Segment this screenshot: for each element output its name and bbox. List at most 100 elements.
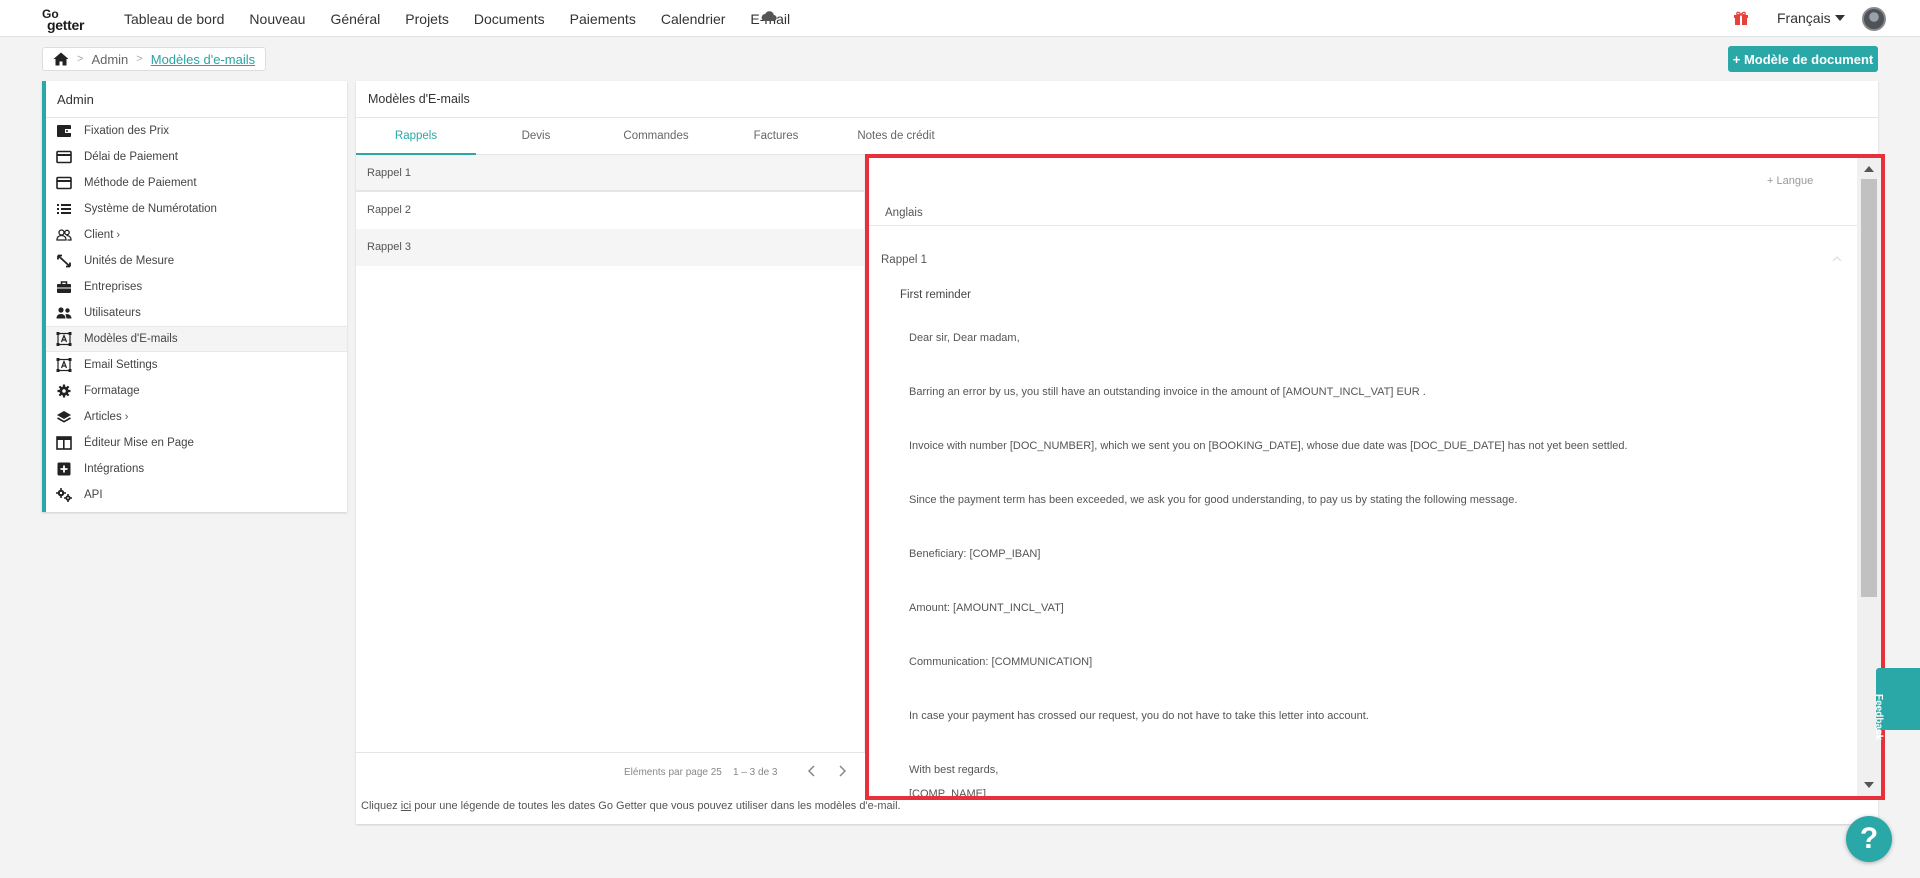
sidebar-item-label: Client	[84, 229, 114, 241]
sidebar-item-payment-term[interactable]: Délai de Paiement	[46, 144, 347, 170]
legend-suffix: pour une légende de toutes les dates Go …	[411, 800, 901, 812]
sidebar-item-label: Délai de Paiement	[84, 151, 178, 163]
sidebar-item-layout-editor[interactable]: Éditeur Mise en Page	[46, 430, 347, 456]
plus-box-icon	[57, 462, 71, 476]
gear-icon	[57, 384, 71, 398]
user-avatar[interactable]	[1862, 7, 1886, 31]
reminder-section-header[interactable]: Rappel 1	[881, 254, 927, 266]
sidebar-item-pricing[interactable]: Fixation des Prix	[46, 118, 347, 144]
sidebar-item-numbering[interactable]: Système de Numérotation	[46, 196, 347, 222]
tab-invoices[interactable]: Factures	[716, 118, 836, 155]
language-selector[interactable]: Français	[1777, 10, 1845, 26]
list-item[interactable]: Rappel 3	[356, 229, 864, 266]
breadcrumb-email-templates[interactable]: Modèles d'e-mails	[151, 52, 255, 67]
sidebar-item-label: Email Settings	[84, 359, 158, 371]
sidebar-item-payment-method[interactable]: Méthode de Paiement	[46, 170, 347, 196]
pagination-range: 1 – 3 de 3	[733, 767, 778, 778]
sidebar-item-client[interactable]: Client ›	[46, 222, 347, 248]
tab-reminders[interactable]: Rappels	[356, 118, 476, 155]
layers-icon	[57, 411, 71, 423]
sidebar-item-units[interactable]: Unités de Mesure	[46, 248, 347, 274]
home-icon[interactable]	[53, 52, 69, 66]
template-icon	[56, 358, 72, 372]
items-per-page[interactable]: Eléments par page 25	[624, 767, 722, 778]
add-language-button[interactable]: + Langue	[1767, 175, 1813, 187]
new-document-template-button[interactable]: + Modèle de document	[1728, 46, 1878, 72]
list-item[interactable]: Rappel 1	[356, 155, 864, 192]
scroll-down-arrow-icon[interactable]	[1864, 782, 1874, 788]
sidebar-item-integrations[interactable]: Intégrations	[46, 456, 347, 482]
scrollbar-thumb[interactable]	[1861, 179, 1877, 597]
list-icon	[57, 204, 71, 214]
sidebar-item-label: Méthode de Paiement	[84, 177, 197, 189]
list-item[interactable]: Rappel 2	[356, 192, 864, 229]
nav-general[interactable]: Général	[330, 11, 380, 27]
email-body-line[interactable]: With best regards,	[909, 764, 998, 776]
gogetter-logo[interactable]: Go getter	[42, 6, 102, 32]
sidebar-item-email-settings[interactable]: Email Settings	[46, 352, 347, 378]
chevron-right-icon[interactable]	[835, 764, 849, 778]
gears-icon	[56, 488, 72, 502]
caret-down-icon	[1834, 15, 1845, 21]
scroll-up-arrow-icon[interactable]	[1864, 166, 1874, 172]
email-body-line[interactable]: Dear sir, Dear madam,	[909, 332, 1020, 344]
email-body-line[interactable]: Communication: [COMMUNICATION]	[909, 656, 1092, 668]
date-legend-note: Cliquez ici pour une légende de toutes l…	[361, 800, 901, 812]
sidebar-item-label: Unités de Mesure	[84, 255, 175, 267]
nav-payments[interactable]: Paiements	[570, 11, 636, 27]
legend-prefix: Cliquez	[361, 800, 401, 812]
nav-documents[interactable]: Documents	[474, 11, 545, 27]
email-body-line[interactable]: Beneficiary: [COMP_IBAN]	[909, 548, 1040, 560]
sidebar-item-label: Formatage	[84, 385, 140, 397]
sidebar-item-users[interactable]: Utilisateurs	[46, 300, 347, 326]
card-icon	[56, 176, 72, 190]
chevron-left-icon[interactable]	[805, 764, 819, 778]
sidebar-item-formatting[interactable]: Formatage	[46, 378, 347, 404]
users-outline-icon	[56, 229, 72, 241]
briefcase-icon	[57, 281, 71, 293]
nav-new[interactable]: Nouveau	[249, 11, 305, 27]
sidebar-item-email-templates[interactable]: Modèles d'E-mails	[46, 326, 347, 352]
sidebar-item-label: Modèles d'E-mails	[84, 333, 178, 345]
list-pagination: Eléments par page 25 1 – 3 de 3	[356, 752, 865, 793]
breadcrumb: > Admin > Modèles d'e-mails	[42, 47, 267, 71]
nav-dashboard[interactable]: Tableau de bord	[124, 11, 224, 27]
resize-icon	[57, 254, 71, 268]
sidebar-item-label: Intégrations	[84, 463, 145, 475]
breadcrumb-admin[interactable]: Admin	[91, 52, 128, 67]
language-selector-label: Français	[1777, 10, 1831, 26]
email-subject[interactable]: First reminder	[900, 289, 971, 301]
sidebar-item-label: Utilisateurs	[84, 307, 141, 319]
chevron-up-icon[interactable]	[1832, 256, 1842, 262]
sidebar-item-label: Fixation des Prix	[84, 125, 170, 137]
email-body-line[interactable]: [COMP_NAME]	[909, 788, 986, 796]
sidebar-item-api[interactable]: API	[46, 482, 347, 508]
cloud-icon[interactable]	[761, 10, 777, 22]
chevron-right-icon: ›	[124, 411, 129, 423]
card-icon	[56, 150, 72, 164]
sidebar-item-label: Entreprises	[84, 281, 143, 293]
sidebar-item-label: Système de Numérotation	[84, 203, 217, 215]
feedback-tab[interactable]: Feedback	[1873, 668, 1920, 740]
email-body-line[interactable]: Invoice with number [DOC_NUMBER], which …	[909, 440, 1628, 452]
logo-getter-text: getter	[47, 17, 85, 33]
divider	[869, 225, 1857, 226]
chevron-right-icon: ›	[116, 229, 121, 241]
sidebar-item-companies[interactable]: Entreprises	[46, 274, 347, 300]
nav-calendar[interactable]: Calendrier	[661, 11, 726, 27]
tab-orders[interactable]: Commandes	[596, 118, 716, 155]
help-button[interactable]: ?	[1846, 816, 1892, 862]
email-body-line[interactable]: Amount: [AMOUNT_INCL_VAT]	[909, 602, 1064, 614]
nav-projects[interactable]: Projets	[405, 11, 449, 27]
email-body-line[interactable]: Barring an error by us, you still have a…	[909, 386, 1426, 398]
layout-icon	[56, 436, 72, 450]
tab-credit-notes[interactable]: Notes de crédit	[836, 118, 956, 155]
sidebar-item-articles[interactable]: Articles ›	[46, 404, 347, 430]
gift-icon[interactable]	[1733, 10, 1749, 26]
tab-quotes[interactable]: Devis	[476, 118, 596, 155]
legend-link[interactable]: ici	[401, 800, 411, 812]
template-editor: + Langue Anglais Rappel 1 First reminder…	[869, 158, 1857, 796]
wallet-icon	[57, 125, 71, 137]
email-body-line[interactable]: In case your payment has crossed our req…	[909, 710, 1369, 722]
email-body-line[interactable]: Since the payment term has been exceeded…	[909, 494, 1517, 506]
